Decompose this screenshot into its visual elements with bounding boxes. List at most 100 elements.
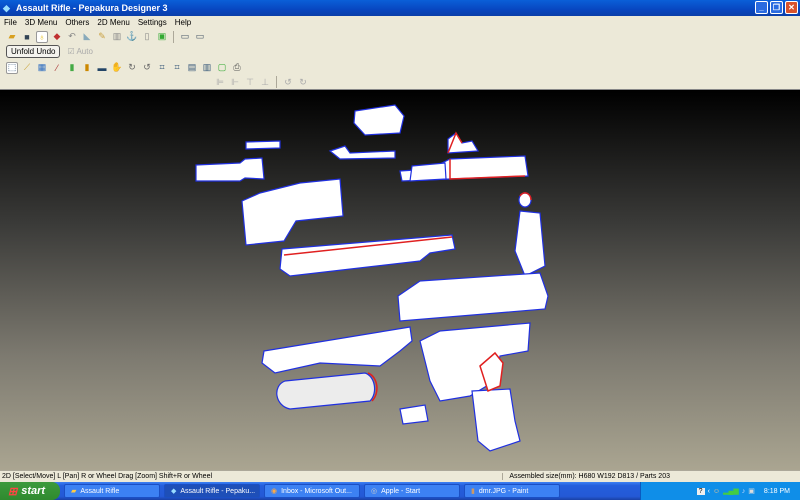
menu-help[interactable]: Help — [175, 18, 191, 27]
part-receiver — [397, 272, 549, 322]
align-top-icon[interactable]: ⊤ — [244, 76, 256, 88]
flap-icon[interactable]: ▮ — [66, 62, 78, 74]
align-bottom-icon[interactable]: ⊥ — [259, 76, 271, 88]
select-icon[interactable]: ⬚ — [6, 61, 18, 74]
rotate-right-icon[interactable]: ↻ — [297, 76, 309, 88]
task-label: Assault Rifle - Pepaku... — [180, 487, 256, 495]
start-label: start — [21, 485, 46, 497]
rotate-left-icon[interactable]: ↺ — [282, 76, 294, 88]
color-cube-icon[interactable]: ◆ — [51, 31, 63, 43]
unfold-undo-button[interactable]: Unfold Undo — [6, 45, 61, 58]
edge-icon[interactable]: ▯ — [141, 31, 153, 43]
taskbar: ⊞ start ▰ Assault Rifle ◆ Assault Rifle - P… — [0, 482, 800, 500]
auto-label: Auto — [76, 47, 93, 56]
part-icon[interactable]: ▦ — [36, 62, 48, 74]
lightbulb-icon[interactable]: ♁ — [36, 30, 48, 43]
task-label: Assault Rifle — [80, 487, 120, 495]
part-suppressor — [276, 372, 376, 410]
status-hint: 2D [Select/Move] L [Pan] R or Wheel Drag… — [2, 473, 213, 480]
system-tray: ? ‹ ☺ ▂▄▆ ♪ ▣ 8:18 PM — [640, 482, 800, 500]
volume-icon[interactable]: ♪ — [742, 488, 746, 495]
menu-file[interactable]: File — [4, 18, 17, 27]
unfolded-parts — [195, 104, 549, 452]
title-bar: ◆ Assault Rifle - Pepakura Designer 3 _ … — [0, 0, 800, 16]
hand-icon[interactable]: ✋ — [111, 62, 123, 74]
part-lower-left — [261, 326, 413, 374]
view-2d-icon[interactable]: ▭ — [179, 31, 191, 43]
print-icon[interactable]: ⎙ — [231, 62, 243, 74]
print-preview-icon[interactable]: ▢ — [216, 62, 228, 74]
part-long-rail — [279, 234, 456, 277]
save-icon[interactable]: ■ — [21, 31, 33, 43]
align-toolbar: ⊫ ⊩ ⊤ ⊥ ↺ ↻ — [0, 75, 800, 89]
status-bar: 2D [Select/Move] L [Pan] R or Wheel Drag… — [0, 470, 800, 482]
folder-icon: ▰ — [71, 488, 77, 495]
2d-toolbar: ⬚ ⟋ ▦ ⁄ ▮ ▮ ▬ ✋ ↻ ↺ ⌗ ⌗ ▤ ▥ ▢ ⎙ — [0, 60, 800, 75]
help-icon[interactable]: ? — [696, 487, 705, 495]
clock: 8:18 PM — [763, 487, 790, 495]
align-icon[interactable]: ⌗ — [171, 62, 183, 74]
menu-bar: File 3D Menu Others 2D Menu Settings Hel… — [0, 16, 800, 28]
edge-tool-icon[interactable]: ⟋ — [21, 62, 33, 74]
tray-chevron-icon[interactable]: ‹ — [708, 488, 710, 495]
open-icon[interactable]: ▰ — [6, 31, 18, 43]
part-small-block — [399, 404, 429, 425]
window-title: Assault Rifle - Pepakura Designer 3 — [16, 3, 168, 13]
task-outlook[interactable]: ◉ Inbox - Microsoft Out... — [264, 484, 360, 498]
layout-icon[interactable]: ▥ — [201, 62, 213, 74]
undo-part-icon[interactable]: ↺ — [141, 62, 153, 74]
start-button[interactable]: ⊞ start — [0, 482, 60, 500]
rotate-part-icon[interactable]: ↻ — [126, 62, 138, 74]
view-3d-icon[interactable]: ▭ — [194, 31, 206, 43]
outlook-icon: ◉ — [271, 488, 278, 495]
cylinder-icon[interactable]: ▥ — [111, 31, 123, 43]
app-icon: ◆ — [3, 2, 10, 13]
part-grip-body — [419, 322, 531, 402]
pencil-icon[interactable]: ✎ — [96, 31, 108, 43]
part-pin — [245, 140, 281, 150]
restore-button[interactable]: ❐ — [770, 1, 783, 14]
part-side-panel — [514, 210, 546, 277]
menu-2d[interactable]: 2D Menu — [97, 18, 129, 27]
2d-canvas[interactable] — [0, 89, 800, 470]
page-icon[interactable]: ▤ — [186, 62, 198, 74]
windows-logo-icon: ⊞ — [8, 485, 18, 498]
arrange-icon[interactable]: ⌗ — [156, 62, 168, 74]
menu-others[interactable]: Others — [65, 18, 89, 27]
text-icon[interactable]: ▮ — [81, 62, 93, 74]
menu-settings[interactable]: Settings — [138, 18, 167, 27]
task-browser[interactable]: ◎ Apple - Start — [364, 484, 460, 498]
status-size: Assembled size(mm): H680 W192 D813 / Par… — [502, 473, 670, 480]
task-pepakura[interactable]: ◆ Assault Rifle - Pepaku... — [164, 484, 260, 498]
part-scope-top — [353, 104, 405, 136]
task-label: Apple - Start — [381, 487, 421, 495]
rotate-icon[interactable]: ↶ — [66, 31, 78, 43]
paint-icon: ▮ — [471, 488, 475, 495]
part-barrel-front — [195, 157, 265, 182]
task-label: dmr.JPG - Paint — [478, 487, 529, 495]
minimize-button[interactable]: _ — [755, 1, 768, 14]
task-folder[interactable]: ▰ Assault Rifle — [64, 484, 160, 498]
part-upper-left — [241, 178, 344, 246]
part-sight — [328, 145, 396, 160]
pepakura-icon: ◆ — [171, 488, 177, 495]
main-toolbar: ▰ ■ ♁ ◆ ↶ ◣ ✎ ▥ ⚓ ▯ ▣ ▭ ▭ — [0, 29, 800, 44]
messenger-icon[interactable]: ☺ — [713, 488, 720, 495]
menu-3d[interactable]: 3D Menu — [25, 18, 57, 27]
texture-icon[interactable]: ▣ — [156, 31, 168, 43]
monitor-icon[interactable]: ▣ — [748, 487, 755, 495]
task-label: Inbox - Microsoft Out... — [281, 487, 352, 495]
join-icon[interactable]: ⁄ — [51, 62, 63, 74]
align-right-icon[interactable]: ⊩ — [229, 76, 241, 88]
browser-icon: ◎ — [371, 488, 378, 495]
flip-icon[interactable]: ◣ — [81, 31, 93, 43]
auto-checkbox[interactable]: ☑ Auto — [67, 47, 92, 56]
network-icon[interactable]: ▂▄▆ — [723, 487, 739, 495]
part-handle — [409, 162, 447, 182]
part-magazine — [471, 388, 521, 452]
anchor-icon[interactable]: ⚓ — [126, 31, 138, 43]
image-icon[interactable]: ▬ — [96, 62, 108, 74]
task-paint[interactable]: ▮ dmr.JPG - Paint — [464, 484, 560, 498]
align-left-icon[interactable]: ⊫ — [214, 76, 226, 88]
close-button[interactable]: ✕ — [785, 1, 798, 14]
